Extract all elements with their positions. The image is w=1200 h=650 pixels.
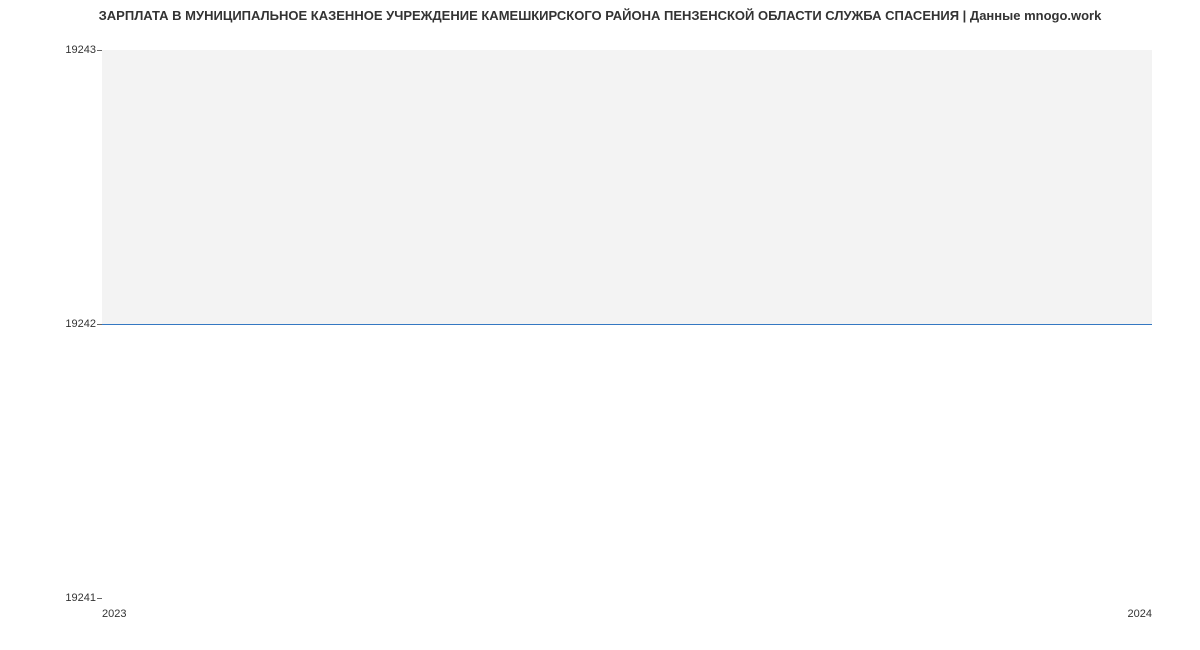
- y-tick-mark: [97, 324, 102, 325]
- plot-background-lower: [102, 324, 1152, 598]
- data-line-series-0: [102, 324, 1152, 325]
- x-tick-label: 2023: [102, 608, 126, 620]
- y-tick-label: 19243: [65, 44, 96, 56]
- plot-area: [102, 50, 1152, 598]
- y-tick-label: 19242: [65, 318, 96, 330]
- plot-background-upper: [102, 50, 1152, 324]
- y-tick-label: 19241: [65, 592, 96, 604]
- y-tick-mark: [97, 50, 102, 51]
- chart-title: ЗАРПЛАТА В МУНИЦИПАЛЬНОЕ КАЗЕННОЕ УЧРЕЖД…: [99, 8, 1102, 23]
- x-tick-label: 2024: [1128, 608, 1152, 620]
- y-tick-mark: [97, 598, 102, 599]
